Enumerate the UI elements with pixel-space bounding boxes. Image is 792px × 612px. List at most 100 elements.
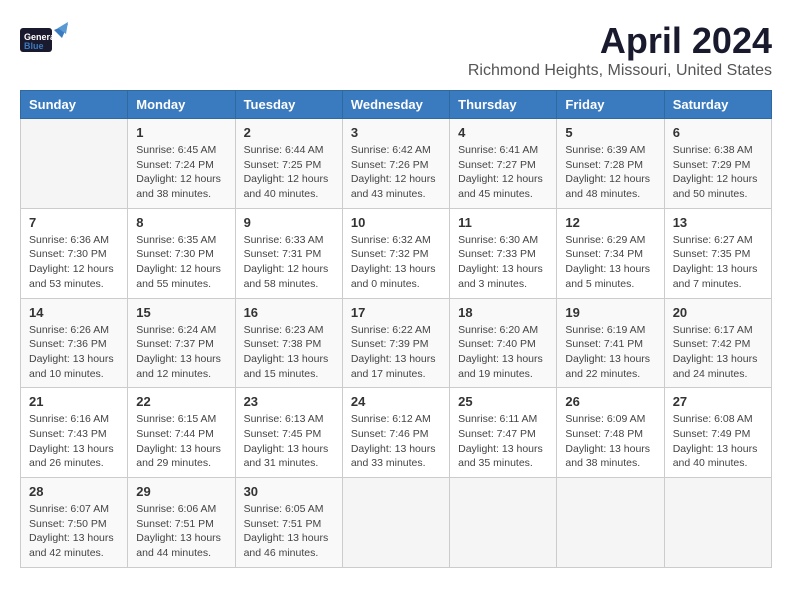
day-info: Sunrise: 6:36 AMSunset: 7:30 PMDaylight:… — [29, 233, 119, 292]
calendar-cell: 23 Sunrise: 6:13 AMSunset: 7:45 PMDayligh… — [235, 388, 342, 478]
day-number: 16 — [244, 305, 334, 320]
calendar-cell: 26 Sunrise: 6:09 AMSunset: 7:48 PMDayligh… — [557, 388, 664, 478]
day-number: 2 — [244, 125, 334, 140]
week-row-1: 1 Sunrise: 6:45 AMSunset: 7:24 PMDaylight… — [21, 119, 772, 209]
day-info: Sunrise: 6:26 AMSunset: 7:36 PMDaylight:… — [29, 323, 119, 382]
day-info: Sunrise: 6:12 AMSunset: 7:46 PMDaylight:… — [351, 412, 441, 471]
day-info: Sunrise: 6:05 AMSunset: 7:51 PMDaylight:… — [244, 502, 334, 561]
calendar-cell: 22 Sunrise: 6:15 AMSunset: 7:44 PMDayligh… — [128, 388, 235, 478]
calendar-cell: 27 Sunrise: 6:08 AMSunset: 7:49 PMDayligh… — [664, 388, 771, 478]
week-row-4: 21 Sunrise: 6:16 AMSunset: 7:43 PMDayligh… — [21, 388, 772, 478]
calendar-cell: 12 Sunrise: 6:29 AMSunset: 7:34 PMDayligh… — [557, 208, 664, 298]
day-info: Sunrise: 6:32 AMSunset: 7:32 PMDaylight:… — [351, 233, 441, 292]
day-number: 17 — [351, 305, 441, 320]
day-number: 15 — [136, 305, 226, 320]
day-header-saturday: Saturday — [664, 91, 771, 119]
day-info: Sunrise: 6:07 AMSunset: 7:50 PMDaylight:… — [29, 502, 119, 561]
calendar-cell: 4Sunrise: 6:41 AMSunset: 7:27 PMDaylight… — [450, 119, 557, 209]
calendar-cell: 19Sunrise: 6:19 AMSunset: 7:41 PMDayligh… — [557, 298, 664, 388]
day-number: 23 — [244, 394, 334, 409]
day-info: Sunrise: 6:35 AMSunset: 7:30 PMDaylight:… — [136, 233, 226, 292]
day-number: 21 — [29, 394, 119, 409]
day-number: 30 — [244, 484, 334, 499]
day-number: 9 — [244, 215, 334, 230]
day-info: Sunrise: 6:29 AMSunset: 7:34 PMDaylight:… — [565, 233, 655, 292]
day-number: 11 — [458, 215, 548, 230]
day-info: Sunrise: 6:09 AMSunset: 7:48 PMDaylight:… — [565, 412, 655, 471]
day-info: Sunrise: 6:45 AMSunset: 7:24 PMDaylight:… — [136, 143, 226, 202]
day-info: Sunrise: 6:08 AMSunset: 7:49 PMDaylight:… — [673, 412, 763, 471]
calendar-cell — [450, 478, 557, 568]
calendar-cell — [664, 478, 771, 568]
day-info: Sunrise: 6:23 AMSunset: 7:38 PMDaylight:… — [244, 323, 334, 382]
week-row-2: 7 Sunrise: 6:36 AMSunset: 7:30 PMDaylight… — [21, 208, 772, 298]
day-number: 26 — [565, 394, 655, 409]
calendar-cell: 8 Sunrise: 6:35 AMSunset: 7:30 PMDaylight… — [128, 208, 235, 298]
day-number: 5 — [565, 125, 655, 140]
day-info: Sunrise: 6:24 AMSunset: 7:37 PMDaylight:… — [136, 323, 226, 382]
day-header-tuesday: Tuesday — [235, 91, 342, 119]
calendar-cell: 3Sunrise: 6:42 AMSunset: 7:26 PMDaylight… — [342, 119, 449, 209]
location-title: Richmond Heights, Missouri, United State… — [468, 62, 772, 80]
day-info: Sunrise: 6:38 AMSunset: 7:29 PMDaylight:… — [673, 143, 763, 202]
day-number: 29 — [136, 484, 226, 499]
day-info: Sunrise: 6:13 AMSunset: 7:45 PMDaylight:… — [244, 412, 334, 471]
day-header-monday: Monday — [128, 91, 235, 119]
day-number: 13 — [673, 215, 763, 230]
day-header-sunday: Sunday — [21, 91, 128, 119]
calendar-cell: 1 Sunrise: 6:45 AMSunset: 7:24 PMDaylight… — [128, 119, 235, 209]
day-number: 3 — [351, 125, 441, 140]
calendar-cell: 29 Sunrise: 6:06 AMSunset: 7:51 PMDayligh… — [128, 478, 235, 568]
day-info: Sunrise: 6:11 AMSunset: 7:47 PMDaylight:… — [458, 412, 548, 471]
day-number: 8 — [136, 215, 226, 230]
calendar-cell: 11Sunrise: 6:30 AMSunset: 7:33 PMDayligh… — [450, 208, 557, 298]
day-info: Sunrise: 6:22 AMSunset: 7:39 PMDaylight:… — [351, 323, 441, 382]
calendar-cell: 14 Sunrise: 6:26 AMSunset: 7:36 PMDayligh… — [21, 298, 128, 388]
logo: General Blue — [20, 20, 68, 60]
calendar-cell — [342, 478, 449, 568]
calendar-cell: 24 Sunrise: 6:12 AMSunset: 7:46 PMDayligh… — [342, 388, 449, 478]
calendar-cell: 9 Sunrise: 6:33 AMSunset: 7:31 PMDaylight… — [235, 208, 342, 298]
calendar-cell: 28 Sunrise: 6:07 AMSunset: 7:50 PMDayligh… — [21, 478, 128, 568]
day-info: Sunrise: 6:44 AMSunset: 7:25 PMDaylight:… — [244, 143, 334, 202]
calendar-cell: 2 Sunrise: 6:44 AMSunset: 7:25 PMDaylight… — [235, 119, 342, 209]
day-info: Sunrise: 6:33 AMSunset: 7:31 PMDaylight:… — [244, 233, 334, 292]
calendar-cell: 20Sunrise: 6:17 AMSunset: 7:42 PMDayligh… — [664, 298, 771, 388]
day-number: 14 — [29, 305, 119, 320]
calendar-cell: 7 Sunrise: 6:36 AMSunset: 7:30 PMDaylight… — [21, 208, 128, 298]
calendar-body: 1 Sunrise: 6:45 AMSunset: 7:24 PMDaylight… — [21, 119, 772, 568]
week-row-3: 14 Sunrise: 6:26 AMSunset: 7:36 PMDayligh… — [21, 298, 772, 388]
calendar-cell: 16 Sunrise: 6:23 AMSunset: 7:38 PMDayligh… — [235, 298, 342, 388]
day-number: 1 — [136, 125, 226, 140]
day-info: Sunrise: 6:16 AMSunset: 7:43 PMDaylight:… — [29, 412, 119, 471]
calendar-cell — [21, 119, 128, 209]
title-section: April 2024 Richmond Heights, Missouri, U… — [468, 20, 772, 80]
day-info: Sunrise: 6:19 AMSunset: 7:41 PMDaylight:… — [565, 323, 655, 382]
day-number: 28 — [29, 484, 119, 499]
calendar-cell — [557, 478, 664, 568]
day-number: 24 — [351, 394, 441, 409]
day-info: Sunrise: 6:06 AMSunset: 7:51 PMDaylight:… — [136, 502, 226, 561]
week-row-5: 28 Sunrise: 6:07 AMSunset: 7:50 PMDayligh… — [21, 478, 772, 568]
day-header-thursday: Thursday — [450, 91, 557, 119]
header: General Blue April 2024 Richmond Heights… — [20, 20, 772, 80]
calendar-cell: 13Sunrise: 6:27 AMSunset: 7:35 PMDayligh… — [664, 208, 771, 298]
day-number: 7 — [29, 215, 119, 230]
day-info: Sunrise: 6:20 AMSunset: 7:40 PMDaylight:… — [458, 323, 548, 382]
day-info: Sunrise: 6:15 AMSunset: 7:44 PMDaylight:… — [136, 412, 226, 471]
day-number: 12 — [565, 215, 655, 230]
day-header-friday: Friday — [557, 91, 664, 119]
day-number: 10 — [351, 215, 441, 230]
calendar-cell: 17 Sunrise: 6:22 AMSunset: 7:39 PMDayligh… — [342, 298, 449, 388]
calendar-cell: 6 Sunrise: 6:38 AMSunset: 7:29 PMDaylight… — [664, 119, 771, 209]
calendar-cell: 30 Sunrise: 6:05 AMSunset: 7:51 PMDayligh… — [235, 478, 342, 568]
calendar-cell: 21 Sunrise: 6:16 AMSunset: 7:43 PMDayligh… — [21, 388, 128, 478]
day-number: 27 — [673, 394, 763, 409]
day-info: Sunrise: 6:39 AMSunset: 7:28 PMDaylight:… — [565, 143, 655, 202]
day-info: Sunrise: 6:17 AMSunset: 7:42 PMDaylight:… — [673, 323, 763, 382]
day-number: 6 — [673, 125, 763, 140]
calendar-cell: 15 Sunrise: 6:24 AMSunset: 7:37 PMDayligh… — [128, 298, 235, 388]
day-number: 18 — [458, 305, 548, 320]
day-number: 22 — [136, 394, 226, 409]
calendar-cell: 25Sunrise: 6:11 AMSunset: 7:47 PMDayligh… — [450, 388, 557, 478]
